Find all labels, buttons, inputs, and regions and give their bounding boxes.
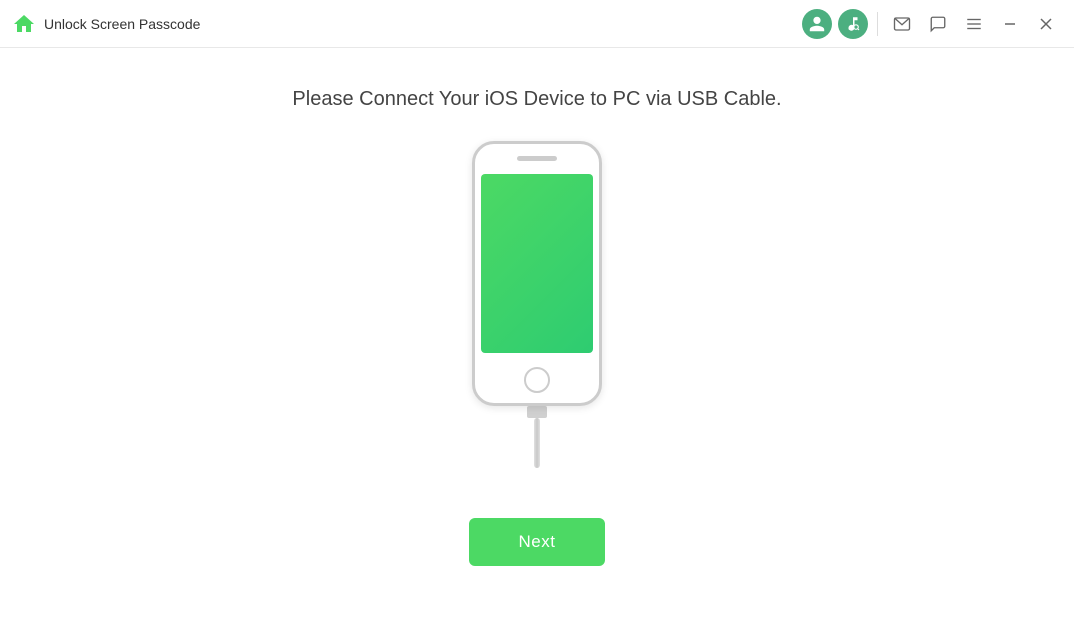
chat-button[interactable] [922, 8, 954, 40]
phone-screen [481, 174, 593, 353]
next-button[interactable]: Next [469, 518, 605, 566]
cable-wire [534, 418, 540, 468]
minimize-button[interactable] [994, 8, 1026, 40]
cable-connector [527, 406, 547, 418]
usb-cable [467, 406, 607, 468]
main-content: Please Connect Your iOS Device to PC via… [0, 48, 1074, 638]
account-button[interactable] [801, 8, 833, 40]
phone-illustration [467, 141, 607, 468]
phone-speaker [517, 156, 557, 161]
menu-button[interactable] [958, 8, 990, 40]
music-button[interactable] [837, 8, 869, 40]
app-title: Unlock Screen Passcode [44, 16, 200, 32]
close-button[interactable] [1030, 8, 1062, 40]
phone-home-button [524, 367, 550, 393]
mail-button[interactable] [886, 8, 918, 40]
titlebar: Unlock Screen Passcode [0, 0, 1074, 48]
titlebar-left: Unlock Screen Passcode [12, 12, 200, 36]
account-icon [802, 9, 832, 39]
home-icon [12, 12, 36, 36]
instruction-text: Please Connect Your iOS Device to PC via… [292, 88, 781, 111]
divider [877, 12, 878, 36]
music-icon [838, 9, 868, 39]
phone-body [472, 141, 602, 406]
titlebar-right [801, 8, 1062, 40]
